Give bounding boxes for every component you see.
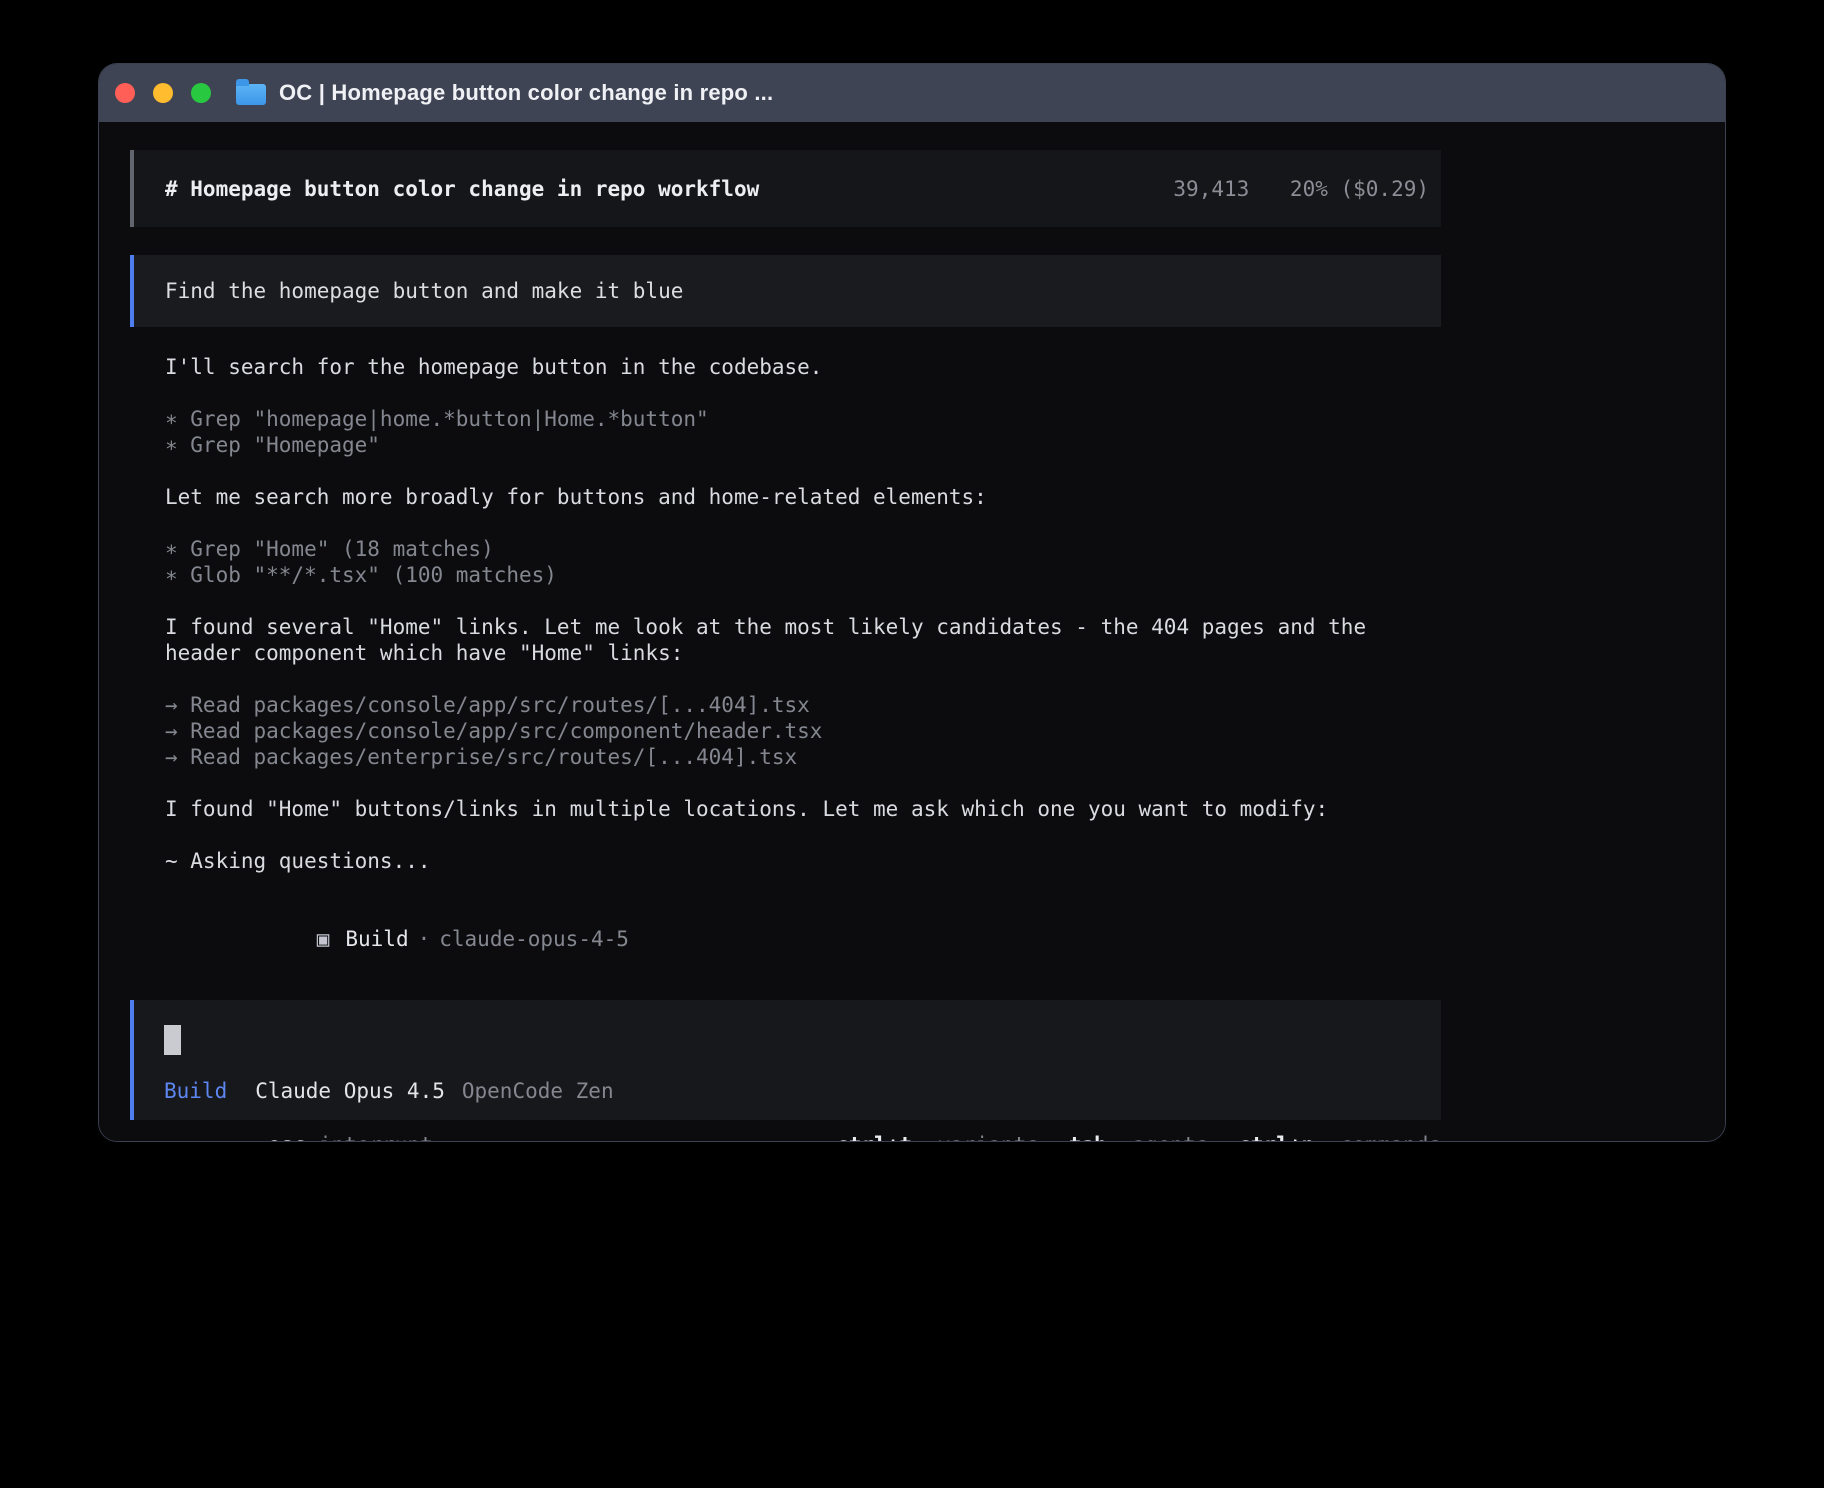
assistant-text: I found "Home" buttons/links in multiple… <box>165 796 1441 822</box>
titlebar: OC | Homepage button color change in rep… <box>99 64 1725 122</box>
tool-call-grep: ∗ Grep "Homepage" <box>165 432 1441 458</box>
shortcut-commands: ctrl+p commands <box>1238 1132 1441 1141</box>
agent-name: Build <box>345 927 408 951</box>
tool-call-read: → Read packages/console/app/src/componen… <box>165 718 1441 744</box>
assistant-text: I'll search for the homepage button in t… <box>165 354 1441 380</box>
prompt-input[interactable]: Build Claude Opus 4.5 OpenCode Zen <box>130 1000 1441 1120</box>
session-stats: 39,413 20% ($0.29) <box>1173 176 1429 202</box>
session-header: # Homepage button color change in repo w… <box>130 150 1441 227</box>
tool-call-glob: ∗ Glob "**/*.tsx" (100 matches) <box>165 562 1441 588</box>
assistant-text: I found several "Home" links. Let me loo… <box>165 614 1441 666</box>
close-button[interactable] <box>115 83 135 103</box>
tool-call-grep: ∗ Grep "Home" (18 matches) <box>165 536 1441 562</box>
shortcut-label: variants <box>938 1133 1039 1141</box>
status-left: esc interrupt <box>130 1132 433 1141</box>
shortcut-label: agents <box>1132 1133 1208 1141</box>
terminal-content: # Homepage button color change in repo w… <box>99 122 1725 1141</box>
shortcut-key: ctrl+p <box>1238 1133 1314 1141</box>
agent-icon: ▣ <box>317 927 330 951</box>
shortcut-key: tab <box>1069 1133 1107 1141</box>
agent-model: claude-opus-4-5 <box>439 927 629 951</box>
tool-call-group: ∗ Grep "homepage|home.*button|Home.*butt… <box>165 406 1441 458</box>
text-cursor <box>164 1025 181 1055</box>
title-group: OC | Homepage button color change in rep… <box>236 64 773 122</box>
status-right: ctrl+t variants tab agents ctrl+p comman… <box>806 1132 1441 1141</box>
zoom-button[interactable] <box>191 83 211 103</box>
provider-label: OpenCode Zen <box>462 1078 614 1104</box>
assistant-message: I'll search for the homepage button in t… <box>165 354 1441 380</box>
tool-call-grep: ∗ Grep "homepage|home.*button|Home.*butt… <box>165 406 1441 432</box>
transcript: I'll search for the homepage button in t… <box>130 354 1441 978</box>
agent-mode-label: Build <box>164 1078 227 1104</box>
assistant-message: I found "Home" buttons/links in multiple… <box>165 796 1441 822</box>
agent-separator: · <box>418 927 431 951</box>
tool-call-read: → Read packages/console/app/src/routes/[… <box>165 692 1441 718</box>
status-text: ~ Asking questions... <box>165 848 1441 874</box>
folder-icon <box>236 84 266 105</box>
assistant-text: Let me search more broadly for buttons a… <box>165 484 1441 510</box>
shortcut-label: commands <box>1340 1133 1441 1141</box>
token-count: 39,413 <box>1173 177 1249 201</box>
esc-key-label: interrupt <box>319 1132 433 1141</box>
user-message: Find the homepage button and make it blu… <box>130 255 1441 327</box>
status-bar: esc interrupt ctrl+t variants tab agents… <box>130 1132 1441 1141</box>
user-message-text: Find the homepage button and make it blu… <box>165 278 683 304</box>
tool-call-group: ∗ Grep "Home" (18 matches) ∗ Glob "**/*.… <box>165 536 1441 588</box>
tool-call-read: → Read packages/enterprise/src/routes/[.… <box>165 744 1441 770</box>
input-meta: Build Claude Opus 4.5 OpenCode Zen <box>164 1078 1411 1104</box>
minimize-button[interactable] <box>153 83 173 103</box>
shortcut-key: ctrl+t <box>836 1133 912 1141</box>
assistant-message: I found several "Home" links. Let me loo… <box>165 614 1441 666</box>
window-title: OC | Homepage button color change in rep… <box>279 80 773 106</box>
window-controls <box>99 83 211 103</box>
agent-status-line: ▣ Build · claude-opus-4-5 <box>165 900 1441 978</box>
shortcut-variants: ctrl+t variants <box>836 1132 1039 1141</box>
model-label: Claude Opus 4.5 <box>255 1078 445 1104</box>
assistant-message: Let me search more broadly for buttons a… <box>165 484 1441 510</box>
shortcut-agents: tab agents <box>1069 1132 1208 1141</box>
esc-key-hint: esc <box>268 1132 306 1141</box>
session-title: # Homepage button color change in repo w… <box>165 176 759 202</box>
context-usage: 20% ($0.29) <box>1290 177 1429 201</box>
asking-questions-status: ~ Asking questions... <box>165 848 1441 874</box>
tool-call-group: → Read packages/console/app/src/routes/[… <box>165 692 1441 770</box>
terminal-window: OC | Homepage button color change in rep… <box>99 64 1725 1141</box>
